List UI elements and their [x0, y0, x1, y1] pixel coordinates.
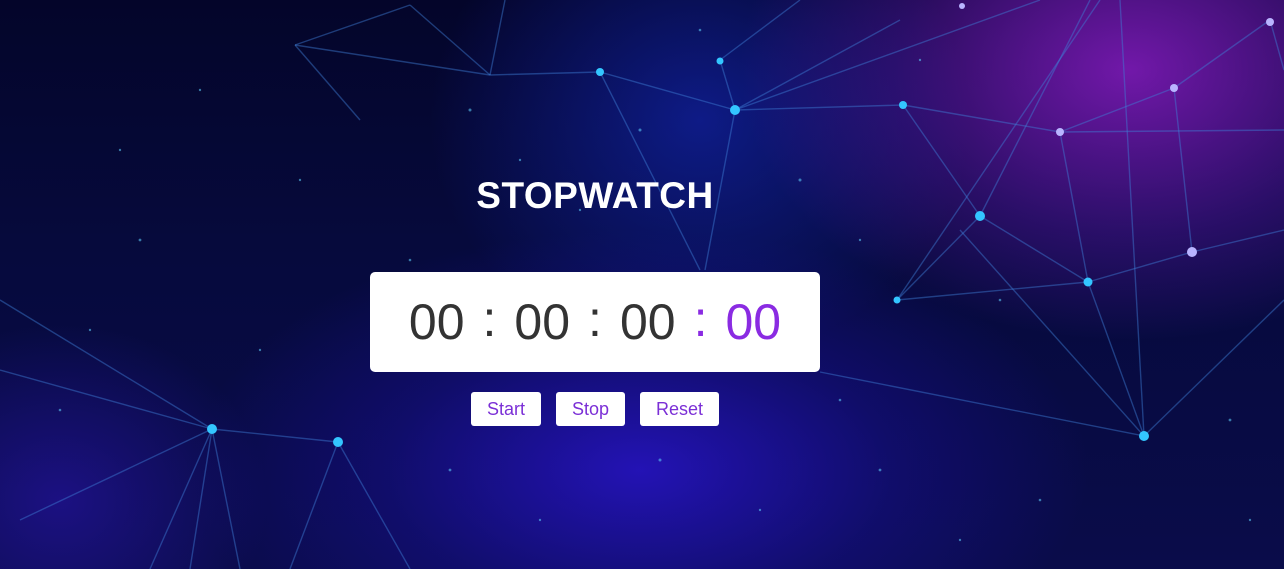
seconds-value: 00: [619, 294, 676, 350]
time-separator: :: [482, 291, 497, 347]
timer-display: 00 : 00 : 00 : 00: [370, 272, 820, 372]
stop-button[interactable]: Stop: [555, 392, 625, 426]
milliseconds-value: 00: [725, 294, 782, 350]
time-separator-accent: :: [693, 291, 708, 347]
control-buttons: Start Stop Reset: [0, 392, 1190, 426]
page-title: STOPWATCH: [476, 175, 714, 216]
reset-button[interactable]: Reset: [640, 392, 720, 426]
start-button[interactable]: Start: [470, 392, 541, 426]
time-separator: :: [588, 291, 602, 347]
hours-value: 00: [408, 294, 465, 350]
minutes-value: 00: [514, 294, 571, 350]
